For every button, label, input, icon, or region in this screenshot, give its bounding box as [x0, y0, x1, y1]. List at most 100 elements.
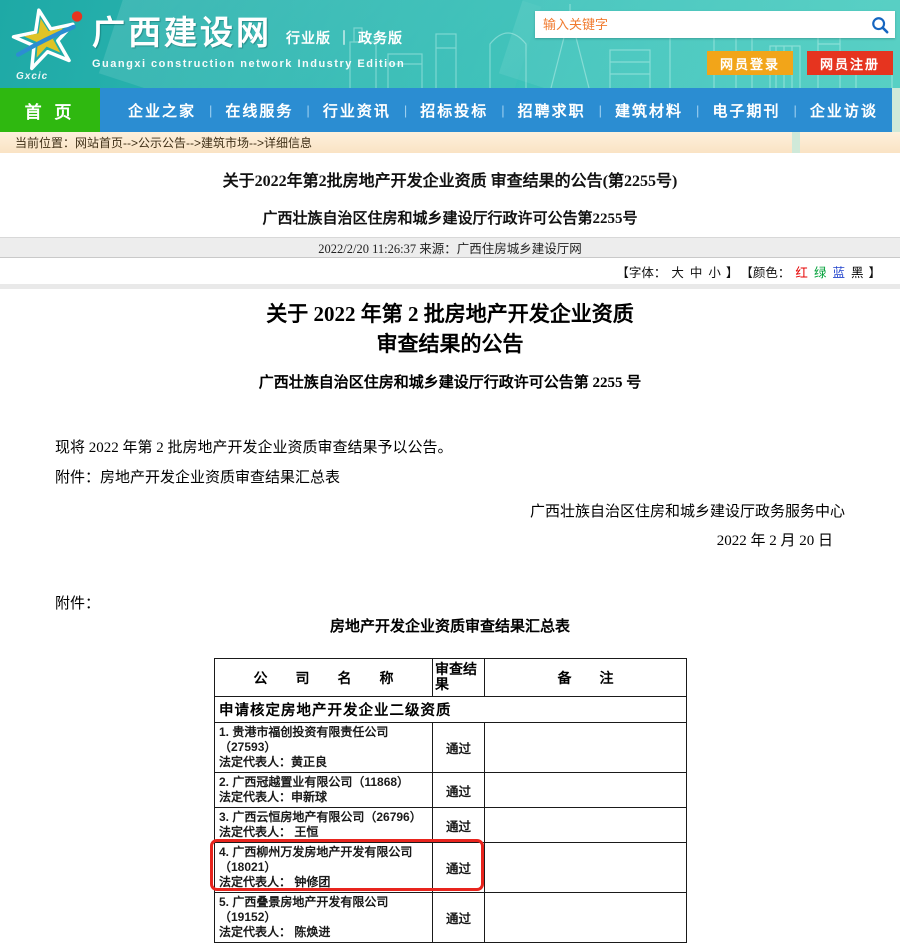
member-login-button[interactable]: 网员登录: [707, 51, 793, 75]
review-result: 通过: [433, 808, 485, 843]
divider: [0, 284, 900, 289]
logo-caption: Gxcic: [16, 71, 48, 82]
search-box: [535, 11, 895, 38]
review-result: 通过: [433, 723, 485, 773]
attachment-label: 附件：: [55, 592, 845, 613]
doc-number: 广西壮族自治区住房和城乡建设厅行政许可公告第2255号: [0, 207, 900, 228]
table-header-row: 公 司 名 称 审查结果 备 注: [215, 659, 687, 697]
color-option[interactable]: 绿: [814, 266, 827, 280]
breadcrumb-bar: 当前位置：网站首页-->公示公告-->建筑市场-->详细信息: [0, 132, 900, 153]
nav-item-3[interactable]: 招标投标: [420, 100, 488, 121]
nav-edge-strip: [892, 88, 900, 132]
font-size-option[interactable]: 大: [671, 266, 684, 280]
nav-item-1[interactable]: 在线服务: [225, 100, 293, 121]
nav-item-0[interactable]: 企业之家: [128, 100, 196, 121]
nav-item-6[interactable]: 电子期刊: [712, 100, 780, 121]
table-row: 4. 广西柳州万发房地产开发有限公司（18021） 法定代表人： 钟修团 通过: [215, 843, 687, 893]
nav-item-2[interactable]: 行业资讯: [323, 100, 391, 121]
font-controls-prefix: 【字体：: [616, 262, 666, 281]
company-name: 1. 贵港市福创投资有限责任公司（27593）: [219, 725, 429, 755]
site-logo[interactable]: Gxcic: [6, 4, 90, 84]
font-color-controls: 【字体： 大中小 】 【颜色： 红绿蓝黑 】: [0, 261, 900, 281]
table-title: 房地产开发企业资质审查结果汇总表: [55, 615, 845, 636]
section-label: 申请核定房地产开发企业二级资质: [215, 697, 687, 723]
issue-date: 2022 年 2 月 20 日: [55, 529, 845, 550]
attachment-reference: 附件：房地产开发企业资质审查结果汇总表: [55, 466, 845, 487]
table-row: 1. 贵港市福创投资有限责任公司（27593） 法定代表人：黄正良 通过: [215, 723, 687, 773]
issuing-authority: 广西壮族自治区住房和城乡建设厅政务服务中心: [55, 500, 845, 521]
col-header-result: 审查结果: [433, 659, 485, 697]
remark: [485, 843, 687, 893]
main-nav: 首 页 企业之家|在线服务|行业资讯|招标投标|招聘求职|建筑材料|电子期刊|企…: [0, 88, 900, 132]
nav-separator: |: [793, 103, 796, 118]
search-button[interactable]: [865, 11, 895, 38]
review-result: 通过: [433, 843, 485, 893]
site-name: 广西建设网: [92, 6, 272, 54]
breadcrumb-edge-strip: [792, 132, 800, 153]
legal-representative: 法定代表人： 钟修团: [219, 875, 429, 890]
table-row: 5. 广西叠景房地产开发有限公司（19152） 法定代表人： 陈焕进 通过: [215, 893, 687, 943]
result-table: 公 司 名 称 审查结果 备 注 申请核定房地产开发企业二级资质 1. 贵港市福…: [214, 658, 687, 943]
nav-item-4[interactable]: 招聘求职: [518, 100, 586, 121]
page-title: 关于2022年第2批房地产开发企业资质 审查结果的公告(第2255号): [0, 167, 900, 191]
nav-separator: |: [696, 103, 699, 118]
color-option[interactable]: 黑: [851, 266, 864, 280]
legal-representative: 法定代表人： 王恒: [219, 825, 429, 840]
font-size-option[interactable]: 中: [690, 266, 703, 280]
nav-item-5[interactable]: 建筑材料: [615, 100, 683, 121]
edition-gov[interactable]: 政务版: [358, 30, 403, 46]
article-meta: 2022/2/20 11:26:37 来源：广西住房城乡建设厅网: [0, 237, 900, 258]
color-option[interactable]: 蓝: [832, 266, 845, 280]
table-section-row: 申请核定房地产开发企业二级资质: [215, 697, 687, 723]
review-result: 通过: [433, 773, 485, 808]
legal-representative: 法定代表人：黄正良: [219, 755, 429, 770]
edition-separator: ｜: [337, 30, 352, 46]
company-name: 2. 广西冠越置业有限公司（11868）: [219, 775, 429, 790]
legal-representative: 法定代表人： 陈焕进: [219, 925, 429, 940]
table-row: 2. 广西冠越置业有限公司（11868） 法定代表人：申新球 通过: [215, 773, 687, 808]
page: Gxcic 广西建设网 行业版 ｜ 政务版 Guangxi construction…: [0, 0, 900, 943]
remark: [485, 808, 687, 843]
edition-links[interactable]: 行业版 ｜ 政务版: [286, 28, 403, 54]
site-subtitle: Guangxi construction network Industry Ed…: [92, 58, 405, 70]
search-icon: [871, 16, 889, 34]
remark: [485, 773, 687, 808]
font-size-options: 大中小: [668, 262, 724, 281]
announcement-title-line2: 审查结果的公告: [55, 329, 845, 359]
font-size-option[interactable]: 小: [708, 266, 721, 280]
article-body: 关于 2022 年第 2 批房地产开发企业资质 审查结果的公告 广西壮族自治区住…: [0, 299, 900, 636]
nav-separator: |: [404, 103, 407, 118]
attachment-table-wrap: 公 司 名 称 审查结果 备 注 申请核定房地产开发企业二级资质 1. 贵港市福…: [214, 658, 686, 943]
remark: [485, 893, 687, 943]
edition-industry[interactable]: 行业版: [286, 30, 331, 46]
search-input[interactable]: [535, 11, 865, 38]
remark: [485, 723, 687, 773]
nav-separator: |: [306, 103, 309, 118]
color-options: 红绿蓝黑: [792, 262, 866, 281]
nav-item-7[interactable]: 企业访谈: [810, 100, 878, 121]
nav-separator: |: [599, 103, 602, 118]
star-logo-icon: [6, 4, 84, 74]
company-name: 4. 广西柳州万发房地产开发有限公司（18021）: [219, 845, 429, 875]
site-header: Gxcic 广西建设网 行业版 ｜ 政务版 Guangxi construction…: [0, 0, 900, 88]
col-header-remark: 备 注: [485, 659, 687, 697]
color-option[interactable]: 红: [795, 266, 808, 280]
brand-block: 广西建设网 行业版 ｜ 政务版 Guangxi construction netwo…: [92, 6, 405, 70]
company-name: 3. 广西云恒房地产有限公司（26796）: [219, 810, 429, 825]
announcement-subtitle: 广西壮族自治区住房和城乡建设厅行政许可公告第 2255 号: [55, 371, 845, 392]
nav-item-home[interactable]: 首 页: [0, 88, 100, 132]
header-buttons: 网员登录 网员注册: [707, 51, 893, 75]
breadcrumb[interactable]: 当前位置：网站首页-->公示公告-->建筑市场-->详细信息: [0, 132, 792, 153]
member-register-button[interactable]: 网员注册: [807, 51, 893, 75]
table-row: 3. 广西云恒房地产有限公司（26796） 法定代表人： 王恒 通过: [215, 808, 687, 843]
bracket-close: 】: [868, 262, 881, 281]
review-result: 通过: [433, 893, 485, 943]
announcement-paragraph: 现将 2022 年第 2 批房地产开发企业资质审查结果予以公告。: [55, 436, 845, 457]
announcement-title-line1: 关于 2022 年第 2 批房地产开发企业资质: [55, 299, 845, 329]
color-controls-prefix: 【颜色：: [740, 262, 790, 281]
bracket-close: 】: [726, 262, 739, 281]
nav-bar: 企业之家 | 在线服务 | 行业资讯 | 招标投标 | 招聘求职 | 建筑材料 | 电子期刊 | 企业访谈: [100, 88, 892, 132]
nav-separator: |: [501, 103, 504, 118]
company-name: 5. 广西叠景房地产开发有限公司（19152）: [219, 895, 429, 925]
nav-separator: |: [209, 103, 212, 118]
